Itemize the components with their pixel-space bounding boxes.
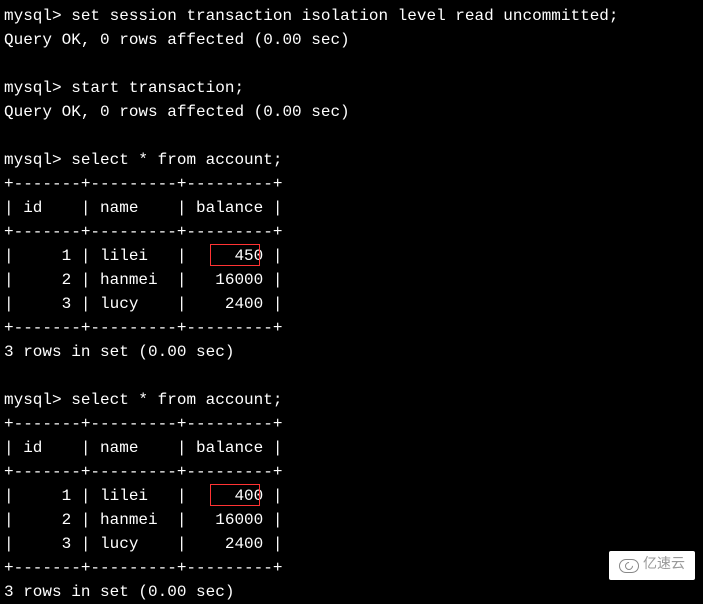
blank-line (0, 124, 703, 148)
table-row: | 1 | lilei | 450 | (0, 244, 703, 268)
blank-line (0, 52, 703, 76)
row-text: | 1 | lilei | 450 | (4, 247, 282, 265)
shell-prompt: mysql> (4, 7, 62, 25)
query-response: Query OK, 0 rows affected (0.00 sec) (0, 100, 703, 124)
table-border: +-------+---------+---------+ (0, 460, 703, 484)
sql-command: start transaction; (71, 79, 244, 97)
result-summary: 3 rows in set (0.00 sec) (0, 340, 703, 364)
table-border: +-------+---------+---------+ (0, 412, 703, 436)
cloud-icon (619, 559, 639, 573)
table-row: | 1 | lilei | 400 | (0, 484, 703, 508)
terminal-line: mysql> select * from account; (0, 148, 703, 172)
table-border: +-------+---------+---------+ (0, 556, 703, 580)
table-header: | id | name | balance | (0, 436, 703, 460)
result-summary: 3 rows in set (0.00 sec) (0, 580, 703, 604)
terminal-line: mysql> start transaction; (0, 76, 703, 100)
shell-prompt: mysql> (4, 151, 62, 169)
table-row: | 2 | hanmei | 16000 | (0, 508, 703, 532)
blank-line (0, 364, 703, 388)
row-text: | 1 | lilei | 400 | (4, 487, 282, 505)
table-row: | 3 | lucy | 2400 | (0, 532, 703, 556)
table-header: | id | name | balance | (0, 196, 703, 220)
query-response: Query OK, 0 rows affected (0.00 sec) (0, 28, 703, 52)
terminal-line: mysql> set session transaction isolation… (0, 4, 703, 28)
table-row: | 2 | hanmei | 16000 | (0, 268, 703, 292)
sql-command: set session transaction isolation level … (71, 7, 618, 25)
shell-prompt: mysql> (4, 79, 62, 97)
watermark-badge: 亿速云 (609, 551, 695, 580)
sql-command: select * from account; (71, 151, 282, 169)
table-border: +-------+---------+---------+ (0, 172, 703, 196)
terminal-line: mysql> select * from account; (0, 388, 703, 412)
sql-command: select * from account; (71, 391, 282, 409)
shell-prompt: mysql> (4, 391, 62, 409)
table-border: +-------+---------+---------+ (0, 220, 703, 244)
table-border: +-------+---------+---------+ (0, 316, 703, 340)
table-row: | 3 | lucy | 2400 | (0, 292, 703, 316)
watermark-text: 亿速云 (643, 555, 685, 576)
